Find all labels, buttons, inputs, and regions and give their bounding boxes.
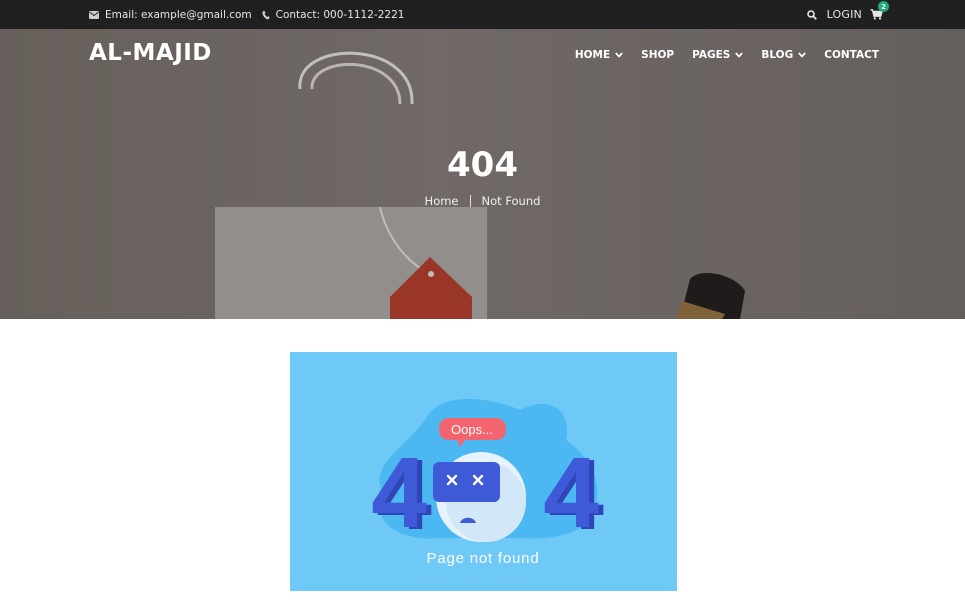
nav-item-pages[interactable]: PAGES [692, 49, 744, 61]
login-link[interactable]: LOGIN [827, 8, 862, 21]
envelope-icon [89, 10, 99, 19]
phone-info[interactable]: Contact: 000-1112-2221 [262, 8, 405, 21]
search-button[interactable] [806, 9, 817, 20]
nav-item-home[interactable]: HOME [575, 49, 623, 61]
not-found-caption: Page not found [427, 550, 540, 567]
site-logo[interactable]: AL-MAJID [89, 40, 212, 66]
nav-contact-label: CONTACT [824, 49, 879, 61]
user-actions: LOGIN 2 [806, 0, 889, 29]
bubble-text: Oops... [451, 422, 493, 437]
not-found-illustration: Oops... 4 4 4 4 Page not found [290, 352, 677, 591]
email-text: Email: example@gmail.com [105, 8, 252, 21]
cart-button[interactable]: 2 [870, 1, 889, 20]
main-nav: HOME SHOP PAGES BLOG CONTACT [557, 49, 879, 61]
contact-text: Contact: 000-1112-2221 [275, 8, 405, 21]
robot-visor [433, 462, 500, 502]
breadcrumb: Home Not Found [0, 194, 965, 208]
phone-icon [262, 10, 270, 19]
breadcrumb-current: Not Found [481, 194, 541, 208]
chevron-down-icon [615, 52, 623, 58]
chevron-down-icon [798, 52, 807, 58]
nav-home-label: HOME [574, 49, 611, 61]
cart-count-badge: 2 [878, 1, 889, 12]
breadcrumb-separator [469, 195, 471, 207]
illustration-art: Oops... 4 4 4 4 Page not found [371, 398, 604, 567]
left-digit: 4 [371, 437, 427, 549]
nav-item-shop[interactable]: SHOP [641, 49, 674, 61]
hero-banner: AL-MAJID HOME SHOP PAGES BLOG CONTACT 40… [0, 29, 965, 319]
nav-blog-label: BLOG [761, 49, 794, 61]
nav-item-blog[interactable]: BLOG [761, 49, 807, 61]
contact-info: Email: example@gmail.com Contact: 000-11… [89, 0, 414, 29]
email-info[interactable]: Email: example@gmail.com [89, 9, 252, 21]
top-bar: Email: example@gmail.com Contact: 000-11… [0, 0, 965, 29]
page-title: 404 [447, 145, 518, 185]
chevron-down-icon [735, 52, 744, 58]
breadcrumb-home[interactable]: Home [425, 194, 459, 208]
nav-item-contact[interactable]: CONTACT [824, 49, 879, 61]
nav-pages-label: PAGES [692, 49, 731, 61]
search-icon [806, 9, 817, 20]
nav-shop-label: SHOP [641, 49, 675, 61]
right-digit: 4 [543, 437, 599, 549]
